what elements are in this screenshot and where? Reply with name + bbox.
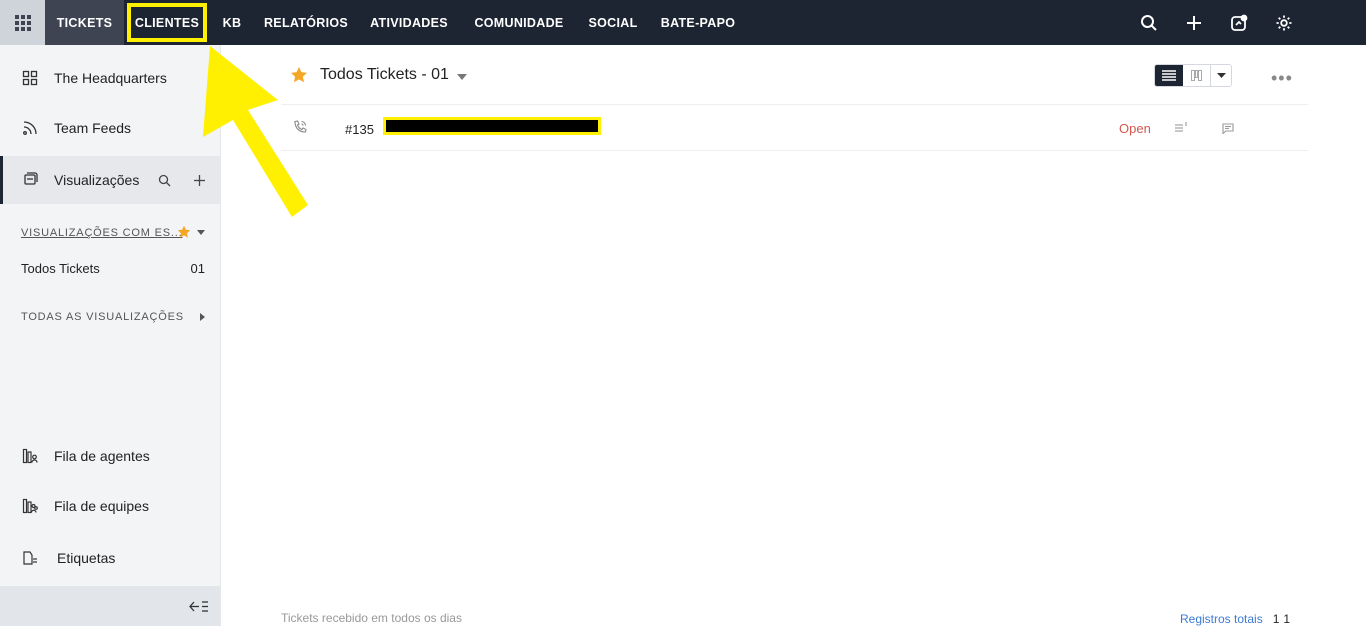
divider <box>281 104 1308 105</box>
apps-grid-icon[interactable] <box>0 0 45 45</box>
sidebar-item-label: The Headquarters <box>54 70 167 86</box>
sidebar-item-visualizacoes[interactable]: Visualizações <box>0 156 220 204</box>
view-name: Todos Tickets <box>21 261 100 276</box>
sidebar-item-team-feeds[interactable]: Team Feeds <box>0 104 220 152</box>
search-icon[interactable] <box>158 174 171 187</box>
tag-icon <box>21 550 38 567</box>
settings-gear-icon[interactable] <box>1261 0 1306 45</box>
starred-views-section[interactable]: VISUALIZAÇÕES COM ES... <box>21 227 182 239</box>
more-options-icon[interactable]: ••• <box>1271 68 1293 89</box>
star-icon[interactable] <box>290 66 308 84</box>
notifications-icon[interactable] <box>1216 0 1261 45</box>
sidebar-item-label: Fila de agentes <box>54 448 150 464</box>
dashboard-grid-icon <box>21 70 38 87</box>
sidebar-item-label: Team Feeds <box>54 120 132 136</box>
layout-toggle <box>1154 64 1232 87</box>
comment-icon[interactable] <box>1222 123 1234 134</box>
list-icon <box>1162 70 1176 81</box>
sidebar-item-label: Fila de equipes <box>54 498 149 514</box>
divider <box>281 150 1308 151</box>
footer-filter-text: Tickets recebido em todos os dias <box>281 611 462 625</box>
footer-records: Registros totais 1 1 <box>1180 612 1290 626</box>
sidebar: The Headquarters Team Feeds Visualizaçõe… <box>0 45 221 626</box>
view-header: Todos Tickets - 01 <box>290 66 467 84</box>
top-navigation-bar: TICKETS CLIENTES KB RELATÓRIOS ATIVIDADE… <box>0 0 1366 45</box>
view-todos-tickets[interactable]: Todos Tickets 01 <box>21 261 205 276</box>
kanban-view-button[interactable] <box>1183 65 1211 86</box>
tab-bate-papo[interactable]: BATE-PAPO <box>648 0 748 45</box>
star-icon[interactable] <box>177 225 191 239</box>
page-title[interactable]: Todos Tickets - 01 <box>320 66 449 84</box>
feed-icon <box>21 120 38 137</box>
collapse-sidebar-bar <box>0 586 220 626</box>
all-views-section[interactable]: TODAS AS VISUALIZAÇÕES <box>21 311 184 323</box>
tab-kb[interactable]: KB <box>210 0 254 45</box>
search-icon[interactable] <box>1126 0 1171 45</box>
sidebar-item-tags[interactable]: Etiquetas <box>0 534 220 582</box>
records-count: 1 <box>1272 612 1280 626</box>
team-queue-icon <box>21 498 38 515</box>
sidebar-item-label: Etiquetas <box>57 550 116 566</box>
redacted-subject <box>383 117 601 135</box>
total-records-link[interactable]: Registros totais <box>1180 612 1263 626</box>
caret-down-icon[interactable] <box>197 230 205 235</box>
collapse-sidebar-icon[interactable] <box>189 601 209 612</box>
sidebar-item-agent-queue[interactable]: Fila de agentes <box>0 432 220 480</box>
caret-down-icon <box>1216 73 1226 78</box>
tab-relatorios[interactable]: RELATÓRIOS <box>254 0 358 45</box>
tab-atividades[interactable]: ATIVIDADES <box>358 0 460 45</box>
tab-comunidade[interactable]: COMUNIDADE <box>460 0 578 45</box>
layout-dropdown-button[interactable] <box>1211 65 1231 86</box>
views-stack-icon <box>21 172 38 189</box>
records-total: 1 <box>1283 612 1291 626</box>
sidebar-item-label: Visualizações <box>54 172 140 188</box>
kanban-icon <box>1191 70 1202 81</box>
ticket-id[interactable]: #135 <box>345 122 374 137</box>
tab-tickets[interactable]: TICKETS <box>45 0 124 45</box>
add-icon[interactable] <box>1171 0 1216 45</box>
sidebar-item-headquarters[interactable]: The Headquarters <box>0 54 220 102</box>
agent-queue-icon <box>21 448 38 465</box>
status-badge[interactable]: Open <box>1119 121 1151 136</box>
sidebar-item-team-queue[interactable]: Fila de equipes <box>0 482 220 530</box>
caret-down-icon[interactable] <box>456 73 467 80</box>
list-view-button[interactable] <box>1155 65 1183 86</box>
caret-right-icon[interactable] <box>200 313 205 321</box>
tab-social[interactable]: SOCIAL <box>578 0 648 45</box>
tab-clientes[interactable]: CLIENTES <box>124 0 210 45</box>
add-view-icon[interactable] <box>193 174 206 187</box>
phone-icon <box>294 120 307 133</box>
view-count: 01 <box>190 261 205 276</box>
priority-icon[interactable] <box>1175 122 1188 133</box>
table-row[interactable]: #135 Open <box>281 106 1308 150</box>
